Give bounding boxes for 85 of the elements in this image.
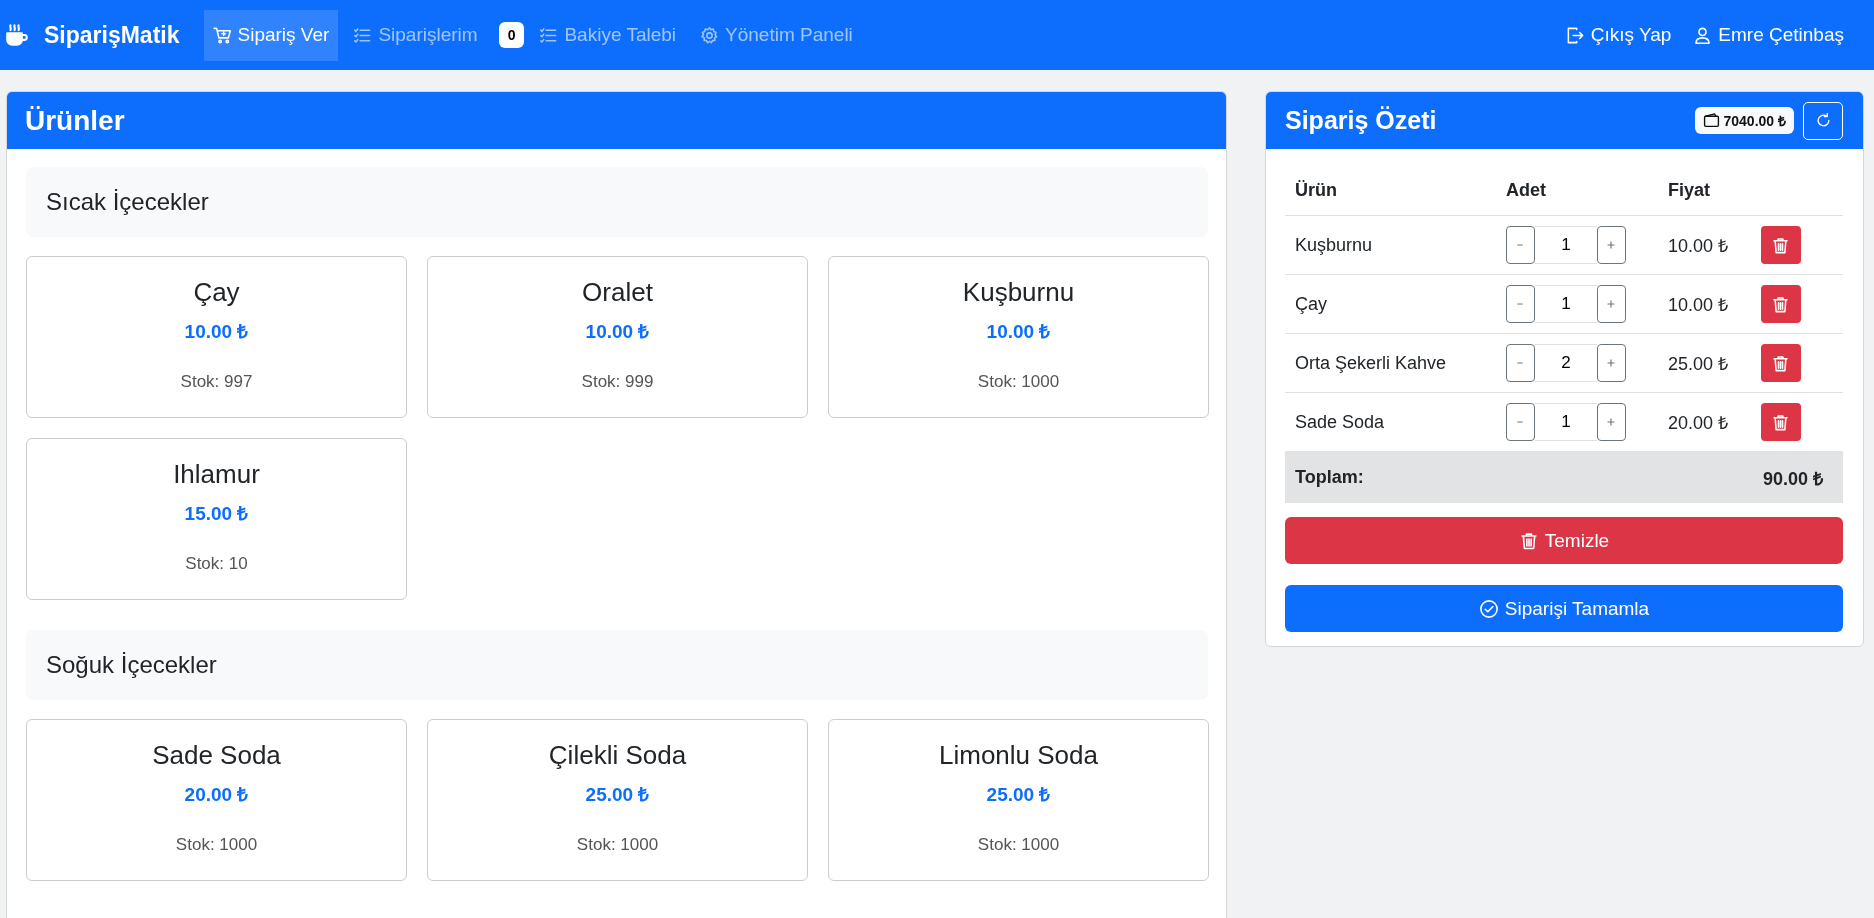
quantity-field[interactable]: 1 (1535, 285, 1597, 323)
product-name: Oralet (582, 277, 653, 308)
product-stock: Stok: 1000 (175, 835, 258, 855)
quantity-field[interactable]: 2 (1535, 344, 1597, 382)
trash-icon (1518, 530, 1539, 551)
product-stock: Stok: 999 (581, 372, 654, 392)
line-price: 25.00 ₺ (1667, 353, 1730, 375)
increase-button[interactable] (1597, 403, 1626, 441)
increase-button[interactable] (1597, 226, 1626, 264)
product-stock: Stok: 1000 (977, 372, 1060, 392)
clear-button[interactable]: Temizle (1285, 517, 1843, 564)
product-price: 20.00 ₺ (184, 783, 249, 807)
column-header: Fiyat (1667, 180, 1711, 201)
panel-title: Ürünler (7, 92, 1226, 149)
product-card[interactable]: Çilekli Soda 25.00 ₺ Stok: 1000 (427, 719, 808, 881)
increase-button[interactable] (1597, 285, 1626, 323)
trash-icon (1771, 412, 1791, 432)
checklist-icon (539, 25, 559, 45)
delete-button[interactable] (1761, 403, 1801, 441)
refresh-button[interactable] (1803, 101, 1843, 140)
product-stock: Stok: 1000 (576, 835, 659, 855)
product-name: Kuşburnu (962, 277, 1075, 308)
product-name: Sade Soda (152, 740, 281, 771)
product-price: 10.00 ₺ (585, 320, 650, 344)
check-circle-icon (1478, 598, 1499, 619)
balance-badge: 7040.00 ₺ (1694, 107, 1794, 134)
quantity-field[interactable]: 1 (1535, 403, 1597, 441)
cart-icon (212, 25, 232, 45)
coffee-cup-icon (4, 22, 30, 48)
product-card[interactable]: Oralet 10.00 ₺ Stok: 999 (427, 256, 808, 418)
line-price: 10.00 ₺ (1667, 235, 1730, 257)
product-price: 10.00 ₺ (184, 320, 249, 344)
product-name: Ihlamur (173, 459, 260, 490)
line-price: 20.00 ₺ (1667, 412, 1730, 434)
delete-button[interactable] (1761, 344, 1801, 382)
logout-link[interactable]: Çıkış Yap (1565, 9, 1672, 61)
total-label: Toplam: (1295, 467, 1364, 488)
product-card[interactable]: Sade Soda 20.00 ₺ Stok: 1000 (26, 719, 407, 881)
brand-link[interactable]: SiparişMatik (4, 21, 180, 49)
exit-icon (1565, 25, 1585, 45)
decrease-button[interactable] (1506, 226, 1535, 264)
complete-order-button[interactable]: Siparişi Tamamla (1285, 585, 1843, 632)
product-price: 25.00 ₺ (585, 783, 650, 807)
product-card[interactable]: Kuşburnu 10.00 ₺ Stok: 1000 (828, 256, 1209, 418)
refresh-icon (1814, 112, 1832, 129)
line-price: 10.00 ₺ (1667, 294, 1730, 316)
user-link[interactable]: Emre Çetinbaş (1693, 9, 1844, 61)
product-price: 25.00 ₺ (986, 783, 1051, 807)
product-name: Limonlu Soda (939, 740, 1098, 771)
product-name: Çay (193, 277, 240, 308)
product-stock: Stok: 1000 (977, 835, 1060, 855)
column-header: Adet (1505, 180, 1547, 201)
trash-icon (1771, 353, 1791, 373)
product-name: Sade Soda (1294, 411, 1386, 433)
product-name: Orta Şekerli Kahve (1294, 352, 1448, 374)
count-badge: 0 (498, 22, 525, 48)
panel-title: Sipariş Özeti (1285, 106, 1437, 135)
decrease-button[interactable] (1506, 344, 1535, 382)
wallet-icon (1702, 112, 1720, 129)
decrease-button[interactable] (1506, 285, 1535, 323)
product-name: Çay (1294, 293, 1328, 315)
product-name: Kuşburnu (1294, 234, 1374, 256)
increase-button[interactable] (1597, 344, 1626, 382)
trash-icon (1771, 235, 1791, 255)
category-heading: Soğuk İçecekler (26, 630, 1208, 700)
column-header: Ürün (1294, 180, 1338, 201)
gear-icon (700, 25, 720, 45)
category-heading: Sıcak İçecekler (26, 167, 1208, 237)
product-price: 10.00 ₺ (986, 320, 1051, 344)
product-card[interactable]: Çay 10.00 ₺ Stok: 997 (26, 256, 407, 418)
quantity-field[interactable]: 1 (1535, 226, 1597, 264)
user-icon (1693, 25, 1713, 45)
delete-button[interactable] (1761, 226, 1801, 264)
total-amount: 90.00 ₺ (1762, 467, 1823, 490)
product-stock: Stok: 10 (185, 554, 248, 574)
delete-button[interactable] (1761, 285, 1801, 323)
trash-icon (1771, 294, 1791, 314)
product-price: 15.00 ₺ (184, 502, 249, 526)
decrease-button[interactable] (1506, 403, 1535, 441)
product-card[interactable]: Limonlu Soda 25.00 ₺ Stok: 1000 (828, 719, 1209, 881)
checklist-icon (353, 25, 373, 45)
product-card[interactable]: Ihlamur 15.00 ₺ Stok: 10 (26, 438, 407, 600)
product-name: Çilekli Soda (548, 740, 687, 771)
product-stock: Stok: 997 (180, 372, 253, 392)
nav-link[interactable]: Sipariş Ver (203, 9, 339, 61)
